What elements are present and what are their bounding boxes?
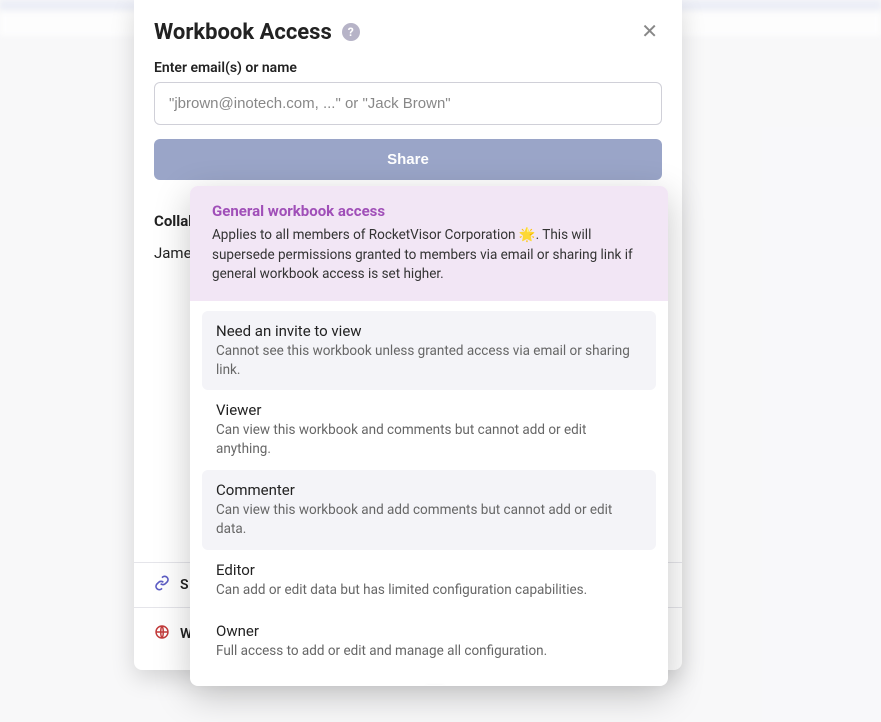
link-icon	[154, 575, 170, 595]
option-title: Owner	[216, 622, 642, 640]
access-level-dropdown: General workbook access Applies to all m…	[190, 186, 668, 686]
option-title: Commenter	[216, 481, 642, 499]
dropdown-option-list: Need an invite to view Cannot see this w…	[190, 301, 668, 686]
close-icon: ✕	[641, 21, 658, 43]
option-need-invite[interactable]: Need an invite to view Cannot see this w…	[202, 311, 656, 391]
help-icon[interactable]: ?	[342, 23, 360, 41]
option-desc: Full access to add or edit and manage al…	[216, 642, 642, 661]
option-desc: Cannot see this workbook unless granted …	[216, 342, 642, 380]
option-viewer[interactable]: Viewer Can view this workbook and commen…	[202, 390, 656, 470]
option-desc: Can add or edit data but has limited con…	[216, 581, 642, 600]
dropdown-arrow-icon	[426, 685, 444, 686]
globe-icon	[154, 624, 170, 644]
email-input-label: Enter email(s) or name	[154, 60, 662, 76]
email-input[interactable]	[154, 82, 662, 125]
option-desc: Can view this workbook and add comments …	[216, 501, 642, 539]
dropdown-header-desc: Applies to all members of RocketVisor Co…	[212, 226, 646, 285]
close-button[interactable]: ✕	[637, 18, 662, 46]
option-desc: Can view this workbook and comments but …	[216, 421, 642, 459]
option-title: Need an invite to view	[216, 322, 642, 340]
share-button[interactable]: Share	[154, 139, 662, 180]
option-editor[interactable]: Editor Can add or edit data but has limi…	[202, 550, 656, 611]
option-commenter[interactable]: Commenter Can view this workbook and add…	[202, 470, 656, 550]
option-owner[interactable]: Owner Full access to add or edit and man…	[202, 611, 656, 672]
option-title: Editor	[216, 561, 642, 579]
modal-title: Workbook Access	[154, 20, 332, 45]
option-title: Viewer	[216, 401, 642, 419]
dropdown-header: General workbook access Applies to all m…	[190, 186, 668, 301]
sharing-link-label: S	[180, 577, 189, 593]
dropdown-header-title: General workbook access	[212, 202, 646, 220]
